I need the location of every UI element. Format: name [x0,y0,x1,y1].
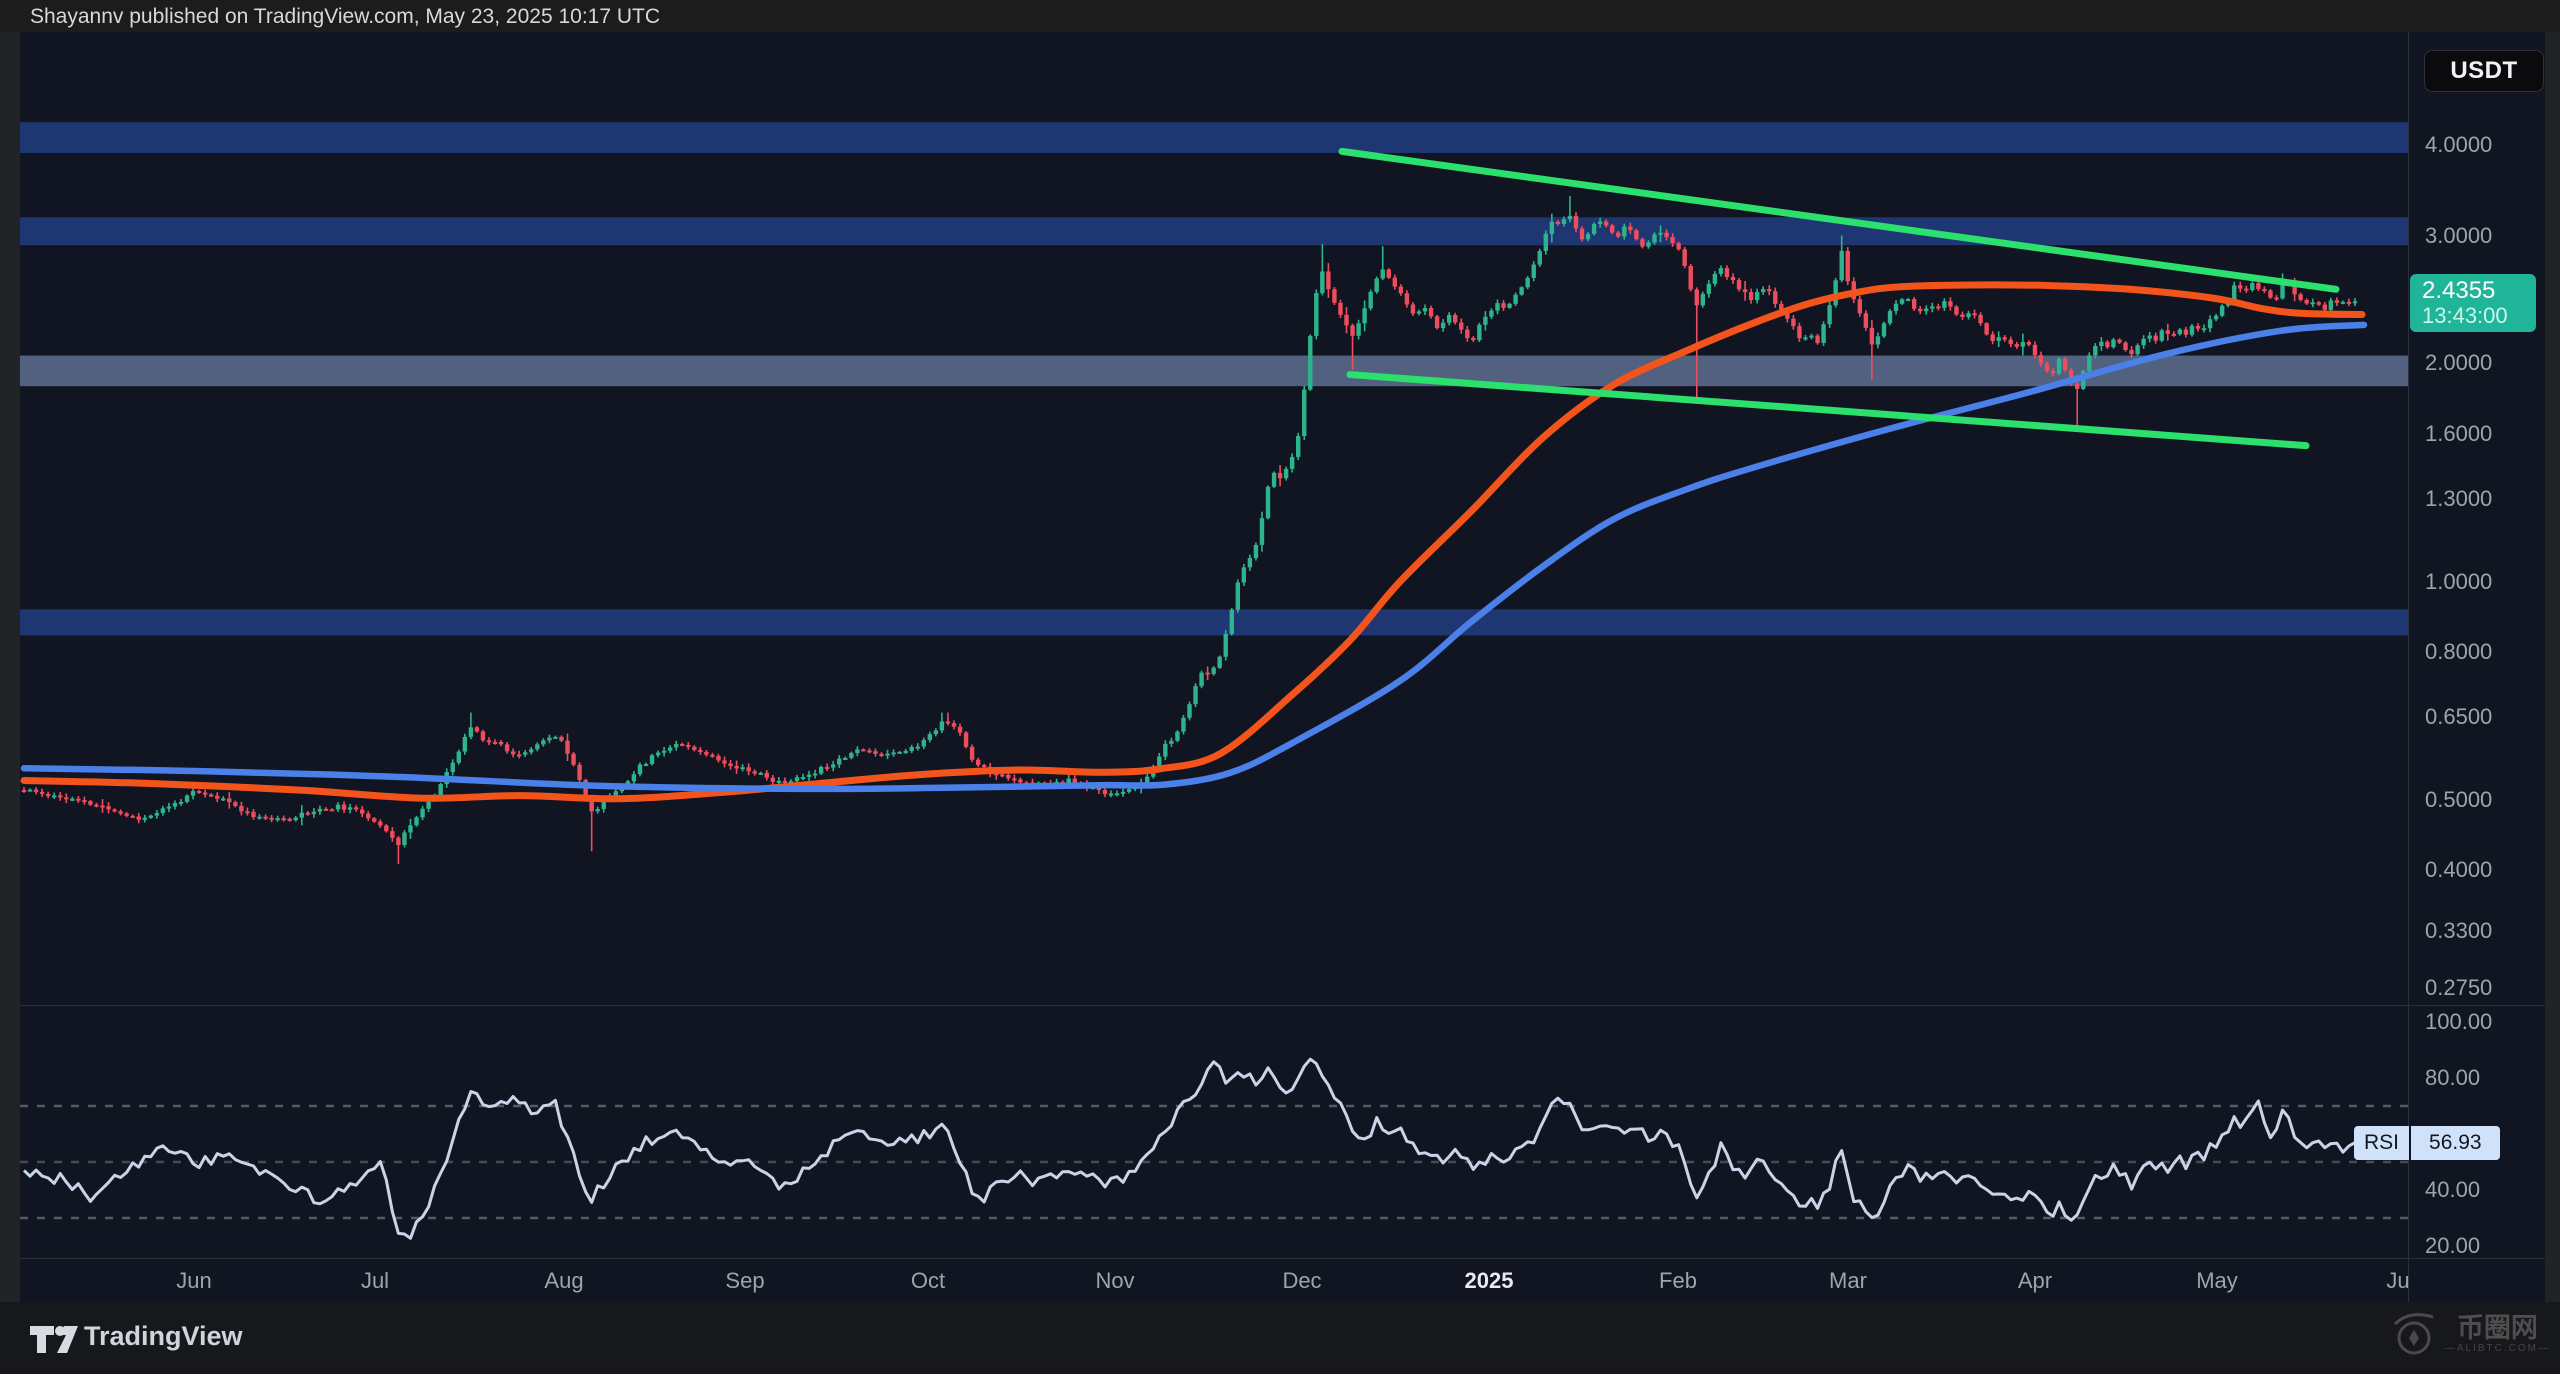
watermark-text: 币圈网 [2457,1313,2538,1343]
horizontal-zone-band [20,217,2408,245]
time-axis-label: Dec [1282,1267,1321,1295]
rsi-axis-label: 100.00 [2425,1008,2492,1036]
time-axis-label: Jun [176,1267,211,1295]
time-axis-label: Nov [1095,1267,1134,1295]
price-axis-label: 0.6500 [2425,703,2492,731]
watermark-subtext: —ALIBTC.COM— [2445,1343,2550,1355]
time-axis-label: Sep [725,1267,764,1295]
price-axis-label: 0.5000 [2425,786,2492,814]
time-axis-label: May [2196,1267,2238,1295]
chart-canvas[interactable] [0,0,2560,1374]
last-price-value: 2.4355 [2422,277,2536,304]
time-axis-label: Apr [2018,1267,2052,1295]
rsi-label: RSI [2354,1126,2409,1160]
quote-currency-badge: USDT [2424,50,2544,92]
price-axis-label: 1.0000 [2425,568,2492,596]
last-price-badge: 2.4355 13:43:00 [2410,274,2536,332]
tradingview-logo-icon[interactable] [28,1322,80,1356]
footer-bar: TradingView 币圈网 —ALIBTC.COM— [0,1302,2560,1374]
price-axis-label: 2.0000 [2425,349,2492,377]
price-zones [20,122,2408,635]
price-axis-label: 0.4000 [2425,856,2492,884]
rsi-panel [20,1059,2408,1238]
time-axis-label: Feb [1659,1267,1697,1295]
time-axis-label: Ju [2386,1267,2409,1295]
rsi-axis-label: 80.00 [2425,1064,2480,1092]
horizontal-zone-band [20,356,2408,387]
time-axis-label: Mar [1829,1267,1867,1295]
watermark-swirl-icon [2391,1308,2437,1360]
time-axis-label: Aug [544,1267,583,1295]
bar-countdown: 13:43:00 [2422,304,2536,328]
tradingview-wordmark[interactable]: TradingView [84,1321,243,1352]
price-axis-label: 0.3300 [2425,917,2492,945]
rsi-value: 56.93 [2411,1126,2500,1160]
sma200-line [24,325,2364,789]
rsi-value-badge: RSI 56.93 [2354,1126,2500,1160]
rsi-axis-label: 20.00 [2425,1232,2480,1260]
tradingview-snapshot: Shayannv published on TradingView.com, M… [0,0,2560,1374]
time-axis-label: Jul [361,1267,389,1295]
site-watermark: 币圈网 —ALIBTC.COM— [2391,1308,2550,1360]
horizontal-zone-band [20,122,2408,153]
price-axis-label: 3.0000 [2425,222,2492,250]
price-axis-label: 4.0000 [2425,131,2492,159]
price-axis-label: 1.6000 [2425,420,2492,448]
time-axis-label: 2025 [1465,1267,1514,1295]
price-axis-label: 0.8000 [2425,638,2492,666]
price-axis-label: 0.2750 [2425,974,2492,1002]
price-axis-label: 1.3000 [2425,485,2492,513]
horizontal-zone-band [20,609,2408,635]
time-axis-label: Oct [911,1267,945,1295]
rsi-axis-label: 40.00 [2425,1176,2480,1204]
rsi-line [24,1059,2355,1238]
